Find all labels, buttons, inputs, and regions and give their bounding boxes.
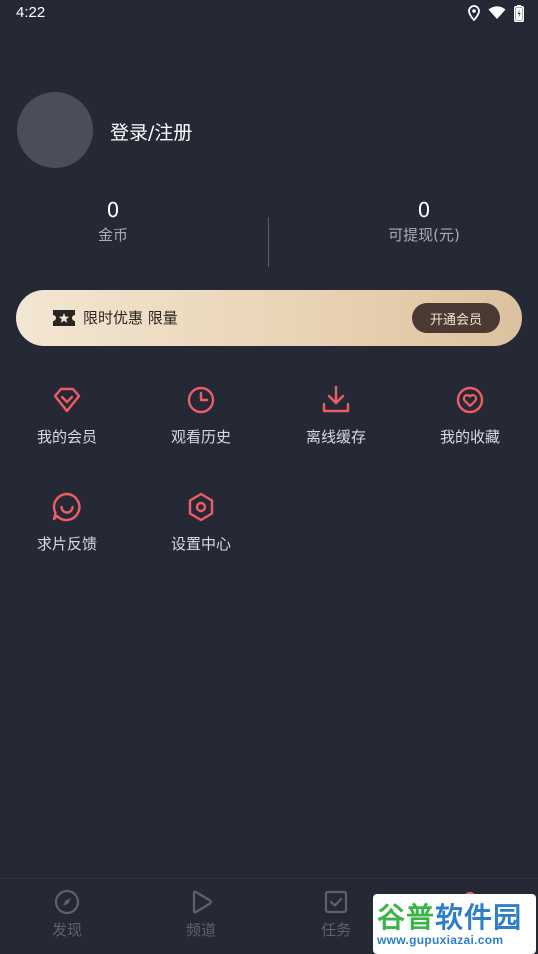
compass-icon bbox=[54, 889, 80, 919]
task-check-icon bbox=[323, 889, 349, 919]
nav-tab-channels[interactable]: 频道 bbox=[134, 889, 268, 949]
settings-hexagon-icon bbox=[185, 491, 217, 523]
watermark-url: www.gupuxiazai.com bbox=[377, 933, 504, 947]
menu-item-label: 我的收藏 bbox=[439, 428, 500, 446]
open-membership-button[interactable]: 开通会员 bbox=[412, 303, 500, 333]
menu-item-label: 设置中心 bbox=[170, 535, 231, 553]
play-icon bbox=[188, 889, 214, 919]
menu-item-my-membership[interactable]: 我的会员 bbox=[0, 384, 134, 464]
withdrawable-value: 0 bbox=[417, 198, 431, 222]
menu-item-label: 我的会员 bbox=[36, 428, 97, 446]
feedback-smile-icon bbox=[51, 491, 83, 523]
menu-item-watch-history[interactable]: 观看历史 bbox=[134, 384, 268, 464]
coins-value: 0 bbox=[106, 198, 120, 222]
withdrawable-label: 可提现(元) bbox=[388, 226, 460, 244]
nav-tab-label: 发现 bbox=[51, 921, 82, 939]
watermark-title: 谷普软件园 bbox=[377, 901, 523, 934]
download-icon bbox=[320, 384, 352, 416]
withdrawable-stat[interactable]: 0 可提现(元) bbox=[270, 198, 538, 248]
coins-stat[interactable]: 0 金币 bbox=[0, 198, 226, 248]
menu-item-label: 求片反馈 bbox=[36, 535, 97, 553]
diamond-icon bbox=[51, 384, 83, 416]
menu-item-request-feedback[interactable]: 求片反馈 bbox=[0, 491, 134, 571]
menu-item-my-favorites[interactable]: 我的收藏 bbox=[403, 384, 537, 464]
location-icon bbox=[468, 5, 480, 21]
vip-promo-text: 限时优惠 限量 bbox=[83, 309, 178, 327]
menu-item-label: 离线缓存 bbox=[305, 428, 366, 446]
status-time: 4:22 bbox=[16, 4, 46, 21]
heart-icon bbox=[454, 384, 486, 416]
clock-icon bbox=[185, 384, 217, 416]
menu-item-label: 观看历史 bbox=[170, 428, 231, 446]
nav-tab-label: 频道 bbox=[185, 921, 216, 939]
battery-icon bbox=[514, 4, 524, 22]
wifi-icon bbox=[488, 6, 506, 20]
nav-tab-discover[interactable]: 发现 bbox=[0, 889, 134, 949]
status-bar: 4:22 bbox=[0, 0, 538, 28]
watermark-logo: 谷普软件园 www.gupuxiazai.com bbox=[373, 894, 536, 954]
ticket-star-icon bbox=[52, 308, 76, 332]
stats-divider bbox=[268, 217, 269, 267]
login-register-link[interactable]: 登录/注册 bbox=[110, 118, 192, 145]
vip-banner[interactable]: 限时优惠 限量 开通会员 bbox=[16, 290, 522, 346]
status-icons bbox=[468, 4, 524, 22]
coins-label: 金币 bbox=[97, 226, 128, 244]
menu-item-settings-center[interactable]: 设置中心 bbox=[134, 491, 268, 571]
menu-item-offline-cache[interactable]: 离线缓存 bbox=[269, 384, 403, 464]
avatar[interactable] bbox=[17, 92, 93, 168]
